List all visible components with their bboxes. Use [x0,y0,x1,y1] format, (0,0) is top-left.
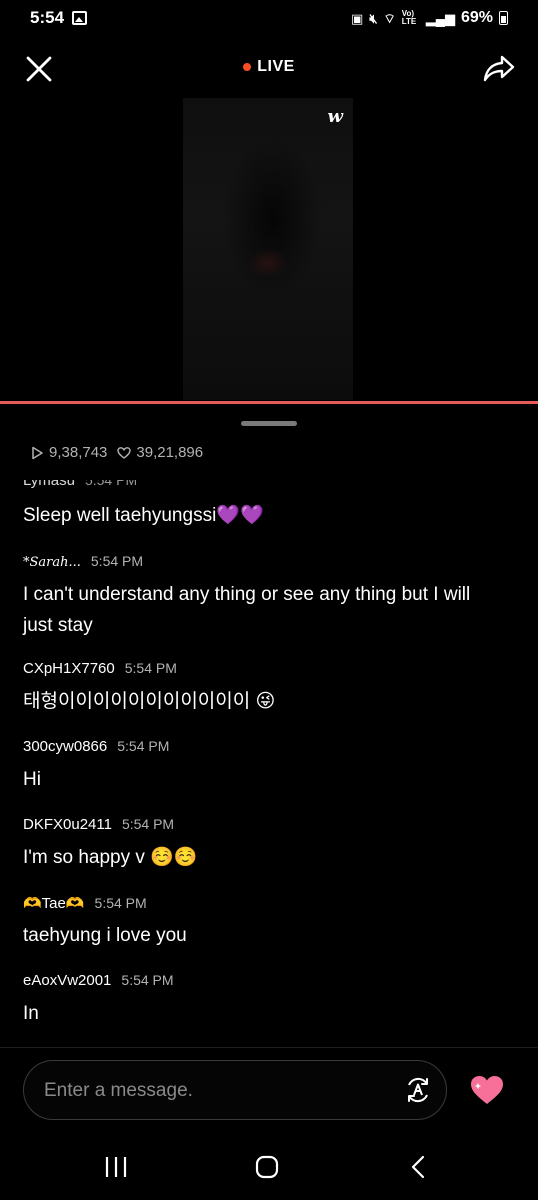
composer-divider [0,1047,538,1048]
translate-icon [408,1077,428,1103]
chat-time: 5:54 PM [121,816,175,832]
chat-message: CXpH1X7760 5:54 PM 태형이이이이이이이이이이이 😜 [23,660,503,717]
mute-icon: 🔇︎ [369,10,378,26]
chat-username[interactable]: Lymasu [23,480,75,489]
stats-row: 9,38,743 39,21,896 [30,444,203,461]
chat-message: Lymasu 5:54 PM Sleep well taehyungssi💜💜 [23,480,503,531]
chat-list[interactable]: Lymasu 5:54 PM Sleep well taehyungssi💜💜 … [0,480,538,1046]
chat-text: 태형이이이이이이이이이이이 😜 [23,691,276,712]
chat-meta: *Sarah... 5:54 PM [23,553,503,573]
video-glow [248,248,288,278]
chat-username[interactable]: 🫶Tae🫶 [23,894,85,912]
wifi-icon: ⌔ [383,10,396,26]
chat-username[interactable]: DKFX0u2411 [23,816,112,833]
message-input[interactable] [44,1075,374,1107]
status-time: 5:54 [30,8,65,27]
chat-meta: eAoxVw2001 5:54 PM [23,972,503,992]
live-video[interactable]: w [183,98,353,400]
chat-username[interactable]: eAoxVw2001 [23,972,111,989]
battery-percent: 69% [460,9,493,26]
chat-meta: Lymasu 5:54 PM [23,480,503,492]
likes-stat: 39,21,896 [117,444,203,461]
share-icon [483,55,515,82]
back-icon [411,1155,425,1179]
chat-meta: DKFX0u2411 5:54 PM [23,816,503,836]
chat-text: taehyung i love you [23,925,187,946]
status-left: 5:54 [30,8,88,28]
share-button[interactable] [482,52,516,84]
live-indicator: LIVE [0,58,538,76]
chat-time: 5:54 PM [84,480,138,488]
chat-message: *Sarah... 5:54 PM I can't understand any… [23,553,503,641]
chat-meta: 🫶Tae🫶 5:54 PM [23,894,503,914]
heart-button[interactable] [469,1074,505,1106]
chat-text: I'm so happy v ☺️☺️ [23,847,198,868]
chat-username[interactable]: CXpH1X7760 [23,660,115,677]
chat-message: 300cyw0866 5:54 PM Hi [23,738,503,795]
chat-meta: CXpH1X7760 5:54 PM [23,660,503,680]
chat-username[interactable]: 300cyw0866 [23,738,107,755]
play-icon [32,446,43,459]
recent-apps-button[interactable] [101,1154,131,1180]
network-label: Vo) LTE [401,9,417,26]
drag-handle[interactable] [241,421,297,426]
live-label: LIVE [257,58,295,75]
home-icon [255,1155,279,1179]
gallery-notification-icon [72,11,88,25]
home-button[interactable] [252,1154,282,1180]
chat-text: I can't understand any thing or see any … [23,584,471,636]
views-stat: 9,38,743 [30,444,107,461]
status-bar: 5:54 ▣ 🔇︎ ⌔ Vo) LTE ▂▄▆ 69% [0,0,538,36]
chat-text: Sleep well taehyungssi💜💜 [23,505,264,526]
chat-text: Hi [23,769,41,790]
heart-icon [471,1076,503,1104]
weverse-logo: w [327,106,344,127]
top-bar: LIVE [0,46,538,92]
chat-message: eAoxVw2001 5:54 PM In [23,972,503,1029]
battery-icon [499,11,508,25]
chat-time: 5:54 PM [94,895,147,911]
views-count: 9,38,743 [49,444,108,461]
video-progress-line [0,401,538,404]
chat-time: 5:54 PM [124,660,177,676]
message-box [23,1060,447,1120]
chat-meta: 300cyw0866 5:54 PM [23,738,503,758]
back-button[interactable] [404,1154,434,1180]
chat-message: 🫶Tae🫶 5:54 PM taehyung i love you [23,894,503,951]
recent-apps-icon [105,1157,127,1177]
chat-message: DKFX0u2411 5:54 PM I'm so happy v ☺️☺️ [23,816,503,873]
live-dot [243,63,252,71]
status-right: ▣ 🔇︎ ⌔ Vo) LTE ▂▄▆ 69% [351,9,508,27]
signal-icon: ▂▄▆ [425,10,455,26]
chat-time: 5:54 PM [90,553,144,569]
translate-button[interactable] [404,1076,432,1104]
sim-icon: ▣ [351,10,364,26]
chat-text: In [23,1003,39,1024]
chat-username[interactable]: *Sarah... [23,555,81,570]
likes-count: 39,21,896 [136,444,204,461]
heart-outline-icon [117,446,132,459]
system-nav-bar [0,1142,538,1192]
chat-time: 5:54 PM [121,972,174,988]
chat-time: 5:54 PM [117,738,170,754]
